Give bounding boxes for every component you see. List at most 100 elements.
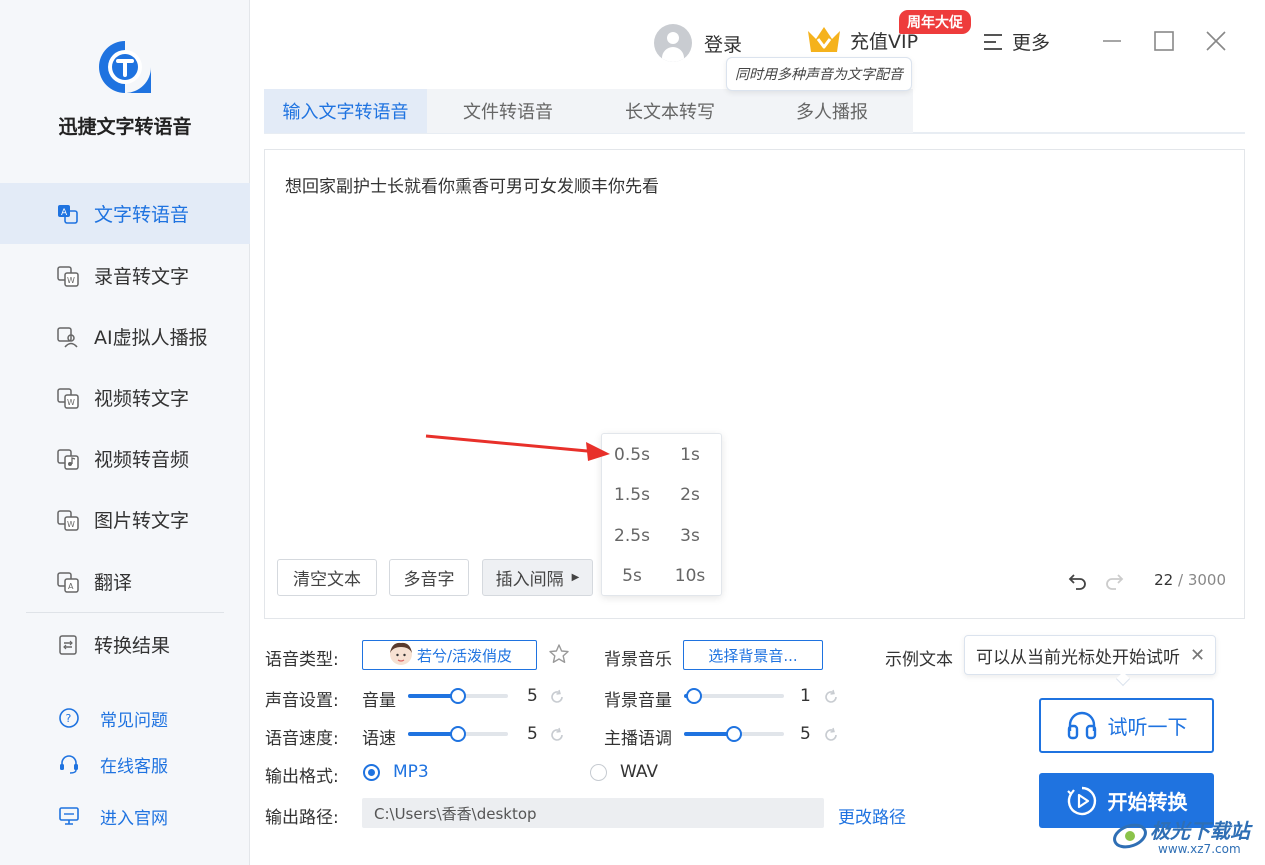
interval-option[interactable]: 2.5s xyxy=(603,516,661,556)
voice-select-button[interactable]: 若兮/活泼俏皮 xyxy=(362,640,537,670)
select-bgm-button[interactable]: 选择背景音... xyxy=(683,640,823,670)
slider-knob[interactable] xyxy=(726,726,742,742)
output-path-field[interactable]: C:\Users\香香\desktop xyxy=(362,798,824,828)
sidebar-item-ai-avatar[interactable]: AI虚拟人播报 xyxy=(0,306,250,367)
speed-slider[interactable] xyxy=(408,725,508,743)
sidebar-item-label: 转换结果 xyxy=(94,635,171,657)
crown-icon xyxy=(808,27,840,52)
app-name: 迅捷文字转语音 xyxy=(58,116,192,138)
help-support-link[interactable]: 在线客服 xyxy=(0,749,250,779)
char-max: / 3000 xyxy=(1178,571,1226,589)
headset-icon xyxy=(58,753,80,775)
video-to-text-icon: W xyxy=(56,386,80,410)
slider-knob[interactable] xyxy=(450,726,466,742)
redo-icon[interactable] xyxy=(1103,570,1125,592)
monitor-icon xyxy=(58,805,80,827)
format-mp3-label[interactable]: MP3 xyxy=(393,762,429,782)
image-to-text-icon: W xyxy=(56,508,80,532)
listen-tip-text: 可以从当前光标处开始试听 xyxy=(976,647,1180,668)
sidebar-item-audio-to-text[interactable]: W 录音转文字 xyxy=(0,245,250,306)
insert-interval-button[interactable]: 插入间隔 ▶ xyxy=(482,559,593,596)
interval-option[interactable]: 1.5s xyxy=(603,475,661,515)
login-label: 登录 xyxy=(704,33,743,56)
play-circle-icon xyxy=(1066,786,1096,815)
text-to-speech-icon: A xyxy=(56,202,80,226)
sidebar: 迅捷文字转语音 A 文字转语音 W 录音转文字 AI虚拟人播报 W 视频转文字 … xyxy=(0,0,250,865)
pitch-slider[interactable] xyxy=(684,725,784,743)
svg-text:W: W xyxy=(67,398,75,407)
tab-long-text[interactable]: 长文本转写 xyxy=(589,89,751,133)
reset-icon[interactable] xyxy=(823,727,839,743)
bg-volume-value: 1 xyxy=(800,686,811,706)
tab-input-text[interactable]: 输入文字转语音 xyxy=(264,89,427,133)
help-item-label: 常见问题 xyxy=(100,710,168,731)
volume-slider[interactable] xyxy=(408,687,508,705)
sidebar-item-video-to-audio[interactable]: 视频转音频 xyxy=(0,428,250,489)
sound-settings-label: 声音设置: xyxy=(265,691,339,711)
help-website-link[interactable]: 进入官网 xyxy=(0,801,250,831)
voice-avatar-icon xyxy=(390,642,412,665)
interval-dropdown: 0.5s 1s 1.5s 2s 2.5s 3s 5s 10s xyxy=(601,433,722,596)
output-format-label: 输出格式: xyxy=(265,767,339,787)
svg-text:A: A xyxy=(68,582,74,591)
bg-volume-slider[interactable] xyxy=(684,687,784,705)
svg-text:A: A xyxy=(61,208,68,218)
char-counter: 22 / 3000 xyxy=(1154,571,1226,589)
mode-tabs: 输入文字转语音 文件转语音 长文本转写 多人播报 xyxy=(264,89,1245,134)
interval-option[interactable]: 3s xyxy=(661,516,719,556)
editor-content[interactable]: 想回家副护士长就看你熏香可男可女发顺丰你先看 xyxy=(285,172,659,197)
pitch-label: 主播语调 xyxy=(604,729,672,749)
promo-badge: 周年大促 xyxy=(899,10,971,34)
format-wav-label[interactable]: WAV xyxy=(620,762,658,782)
reset-icon[interactable] xyxy=(823,689,839,705)
sidebar-item-label: 视频转文字 xyxy=(94,388,190,410)
interval-option[interactable]: 10s xyxy=(661,556,719,596)
maximize-icon[interactable] xyxy=(1150,27,1178,55)
favorite-star-icon[interactable] xyxy=(548,643,570,665)
voice-type-label: 语音类型: xyxy=(265,650,339,670)
close-tip-icon[interactable]: ✕ xyxy=(1190,645,1205,666)
annotation-arrow-icon xyxy=(425,434,610,461)
tab-multi-voice[interactable]: 多人播报 xyxy=(751,89,913,133)
sidebar-item-image-to-text[interactable]: W 图片转文字 xyxy=(0,489,250,550)
slider-knob[interactable] xyxy=(450,688,466,704)
help-item-label: 在线客服 xyxy=(100,756,168,777)
change-path-link[interactable]: 更改路径 xyxy=(838,803,906,828)
polyphone-button[interactable]: 多音字 xyxy=(389,559,469,596)
user-avatar-icon xyxy=(654,24,692,62)
audio-to-text-icon: W xyxy=(56,264,80,288)
tab-file-to-speech[interactable]: 文件转语音 xyxy=(427,89,589,133)
ai-avatar-icon xyxy=(56,325,80,349)
sidebar-item-translate[interactable]: A 翻译 xyxy=(0,551,250,612)
text-editor[interactable]: 想回家副护士长就看你熏香可男可女发顺丰你先看 清空文本 多音字 插入间隔 ▶ 2… xyxy=(264,149,1245,619)
interval-option[interactable]: 5s xyxy=(603,556,661,596)
reset-icon[interactable] xyxy=(549,689,565,705)
interval-option[interactable]: 2s xyxy=(661,475,719,515)
login-button[interactable]: 登录 xyxy=(654,24,742,62)
undo-icon[interactable] xyxy=(1067,570,1089,592)
format-wav-radio[interactable] xyxy=(590,764,607,781)
menu-lines-icon xyxy=(984,33,1002,50)
sidebar-item-text-to-speech[interactable]: A 文字转语音 xyxy=(0,183,250,244)
more-menu-button[interactable]: 更多 xyxy=(984,28,1050,55)
watermark-url: www.xz7.com xyxy=(1158,842,1241,856)
slider-knob[interactable] xyxy=(686,688,702,704)
app-logo-icon xyxy=(99,41,151,93)
sample-text-link[interactable]: 示例文本 xyxy=(885,645,953,670)
clear-text-button[interactable]: 清空文本 xyxy=(277,559,377,596)
results-icon xyxy=(56,633,80,657)
minimize-icon[interactable] xyxy=(1098,27,1126,55)
close-window-icon[interactable] xyxy=(1202,27,1230,55)
reset-icon[interactable] xyxy=(549,727,565,743)
sidebar-item-results[interactable]: 转换结果 xyxy=(0,614,250,675)
speed-label: 语速 xyxy=(362,729,396,749)
format-mp3-radio[interactable] xyxy=(363,764,380,781)
sidebar-item-video-to-text[interactable]: W 视频转文字 xyxy=(0,367,250,428)
interval-option[interactable]: 1s xyxy=(661,435,719,475)
translate-icon: A xyxy=(56,570,80,594)
listen-button[interactable]: 试听一下 xyxy=(1039,698,1214,753)
bgm-label: 背景音乐 xyxy=(604,650,672,670)
help-faq-link[interactable]: ? 常见问题 xyxy=(0,703,250,733)
volume-value: 5 xyxy=(527,686,538,706)
watermark-name: 极光下载站 xyxy=(1150,819,1250,843)
